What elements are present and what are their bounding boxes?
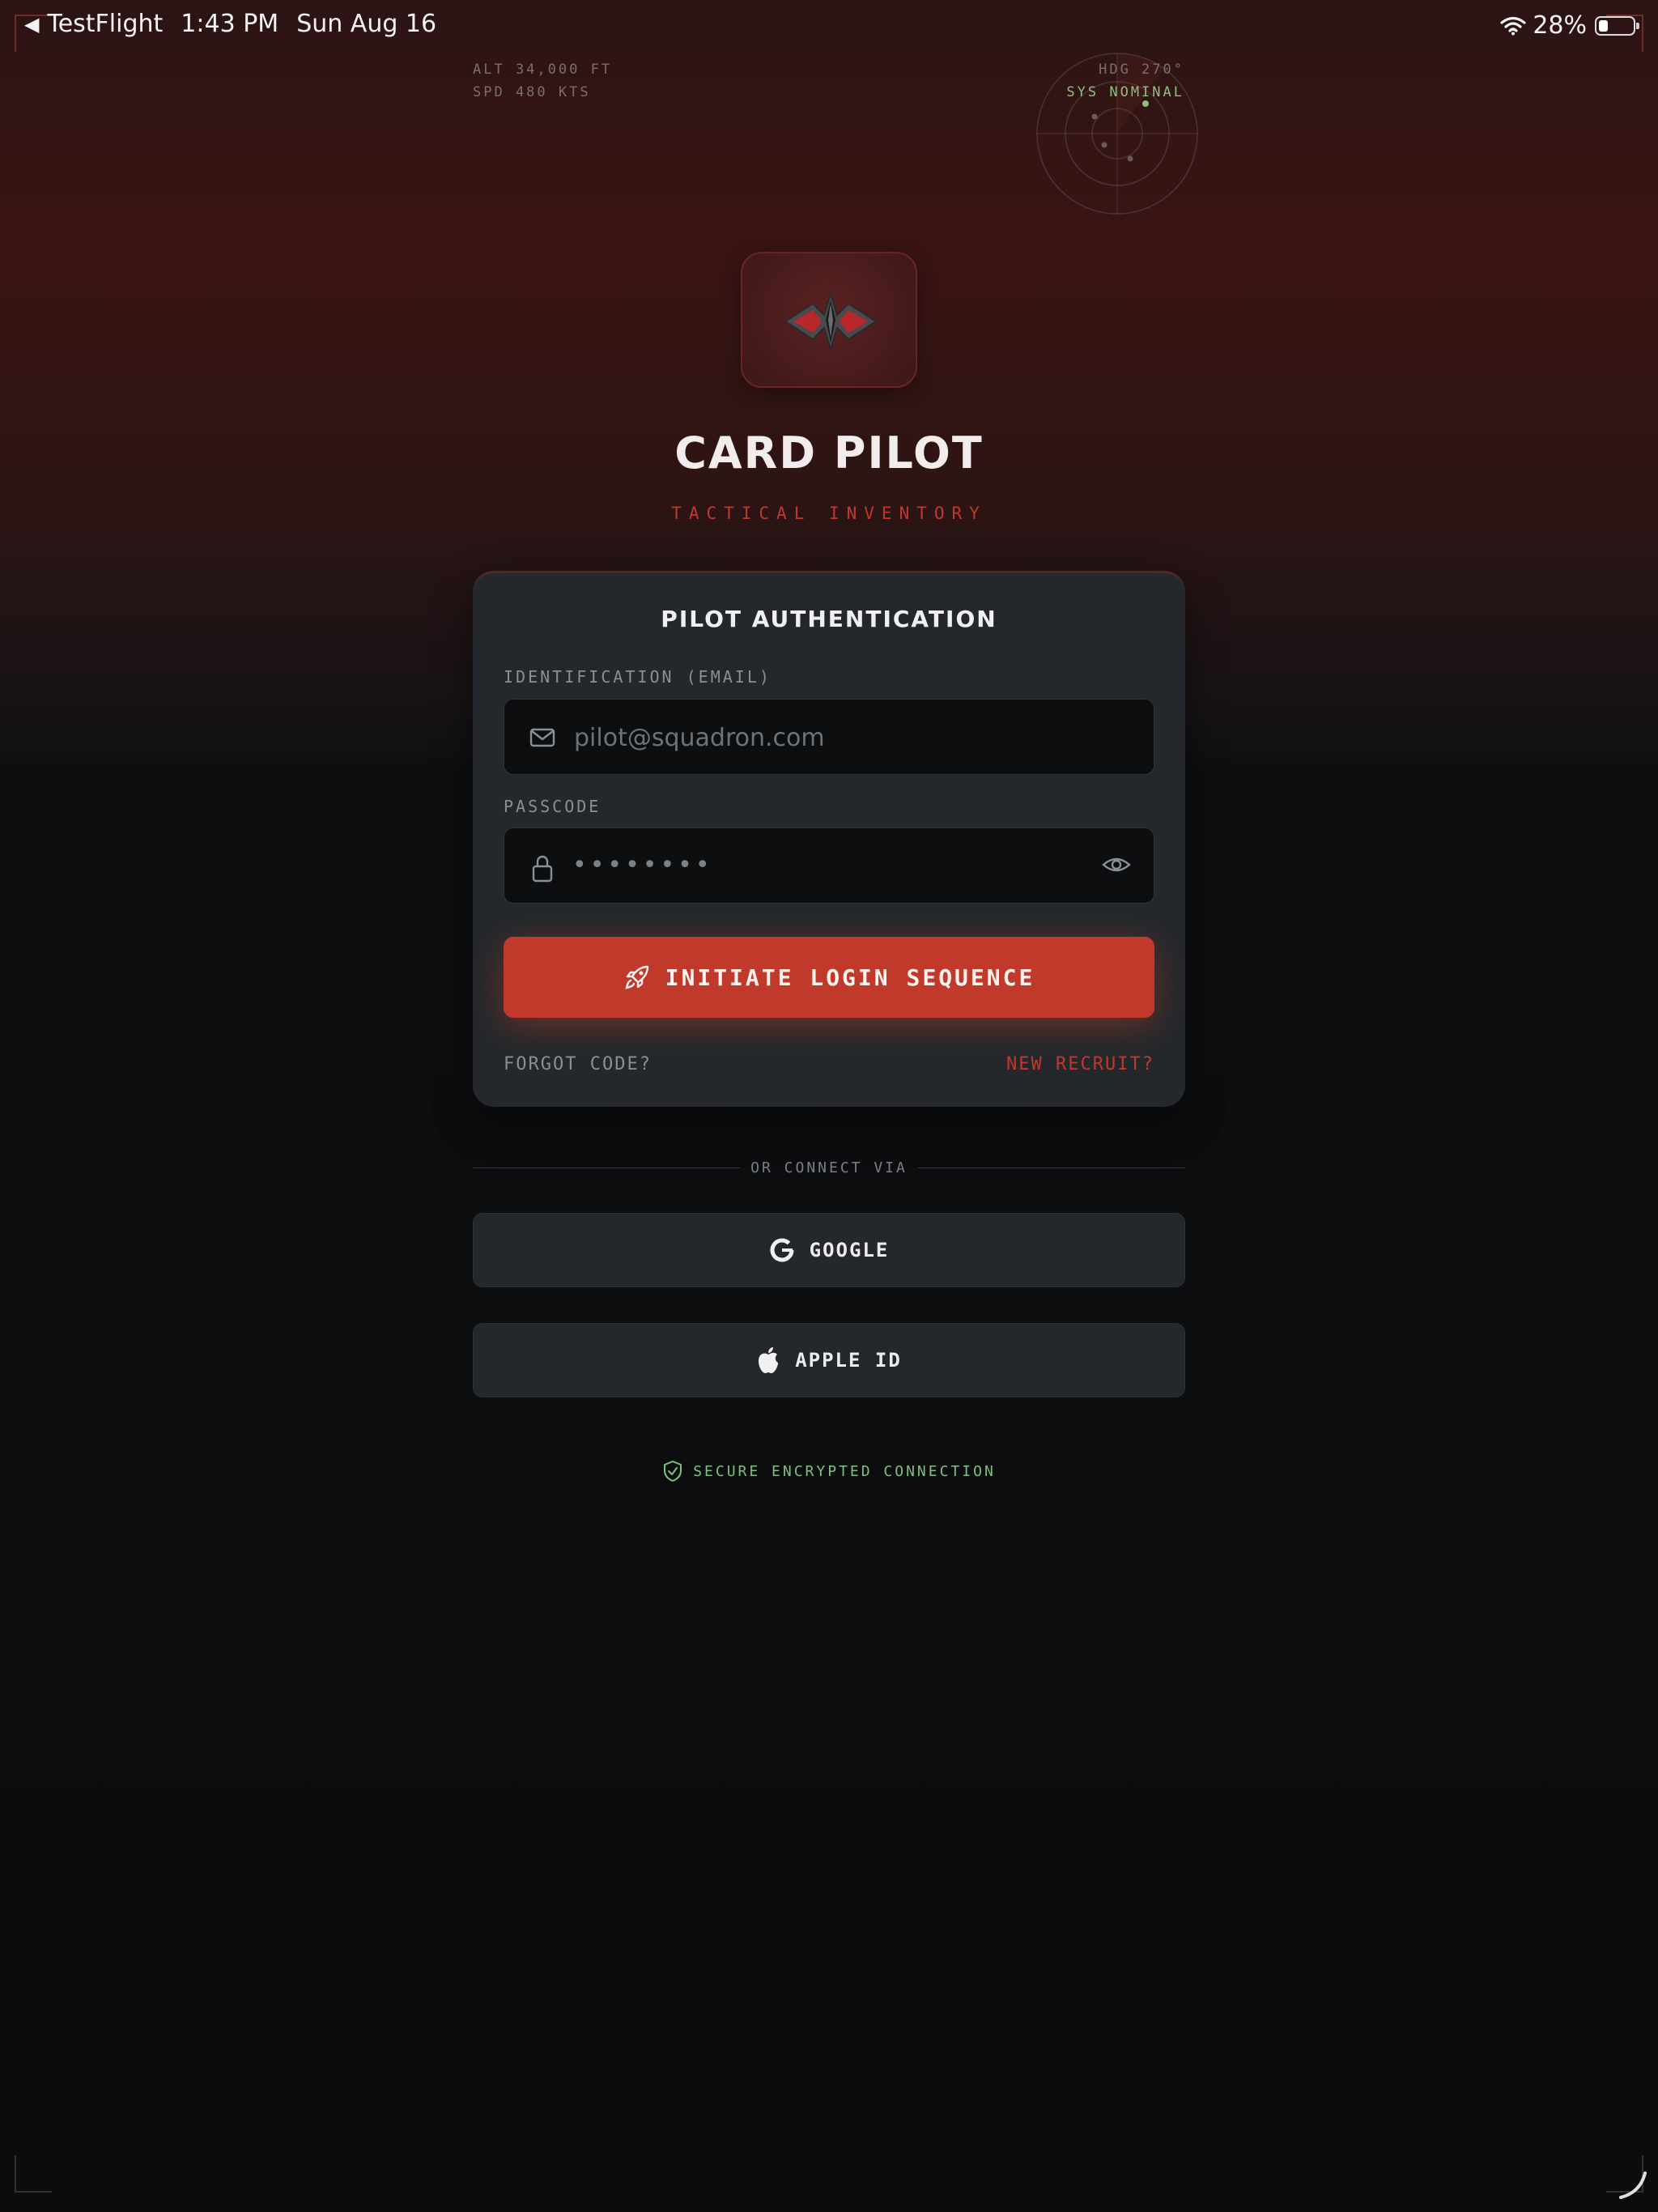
passcode-field[interactable]: •••••••• xyxy=(504,827,1154,904)
status-date: Sun Aug 16 xyxy=(296,10,437,38)
back-to-app[interactable]: ◀ TestFlight 1:43 PM Sun Aug 16 xyxy=(24,10,436,38)
apple-icon xyxy=(759,1347,779,1373)
email-field[interactable] xyxy=(572,700,1094,776)
hud-system-status: SYS NOMINAL xyxy=(1066,84,1184,100)
secure-connection-notice: SECURE ENCRYPTED CONNECTION xyxy=(0,1460,1658,1482)
resize-handle-icon xyxy=(1619,2172,1647,2199)
back-app-label: TestFlight xyxy=(47,10,164,38)
eye-icon[interactable] xyxy=(1102,853,1131,877)
battery-percent: 28% xyxy=(1533,11,1587,40)
hud-speed: SPD 480 KTS xyxy=(473,84,591,100)
app-title: CARD PILOT xyxy=(674,428,984,479)
app-subtitle: TACTICAL INVENTORY xyxy=(671,504,987,523)
secure-connection-label: SECURE ENCRYPTED CONNECTION xyxy=(693,1462,996,1480)
login-button-label: INITIATE LOGIN SEQUENCE xyxy=(665,963,1035,991)
shield-check-icon xyxy=(664,1461,682,1482)
wifi-icon xyxy=(1500,16,1526,35)
battery-icon xyxy=(1595,15,1639,36)
hud-readout-left: ALT 34,000 FT SPD 480 KTS xyxy=(473,58,612,104)
google-signin-button[interactable]: GOOGLE xyxy=(473,1213,1185,1287)
mail-icon xyxy=(529,728,555,747)
back-arrow-icon: ◀ xyxy=(24,12,40,36)
hud-heading: HDG 270° xyxy=(1099,62,1184,78)
apple-signin-button[interactable]: APPLE ID xyxy=(473,1323,1185,1397)
hud-altitude: ALT 34,000 FT xyxy=(473,62,613,78)
app-logo xyxy=(741,252,917,388)
passcode-label: PASSCODE xyxy=(504,797,602,816)
status-time: 1:43 PM xyxy=(181,10,279,38)
status-bar: ◀ TestFlight 1:43 PM Sun Aug 16 28% xyxy=(0,0,1658,52)
email-field-container xyxy=(504,699,1154,776)
email-label: IDENTIFICATION (EMAIL) xyxy=(504,667,772,687)
card-title: PILOT AUTHENTICATION xyxy=(661,606,997,632)
logo-emblem-icon xyxy=(784,291,878,352)
new-recruit-link[interactable]: NEW RECRUIT? xyxy=(1006,1054,1154,1074)
or-divider: OR CONNECT VIA xyxy=(473,1159,1185,1176)
passcode-value: •••••••• xyxy=(572,851,713,879)
forgot-code-link[interactable]: FORGOT CODE? xyxy=(504,1054,652,1074)
login-card: PILOT AUTHENTICATION IDENTIFICATION (EMA… xyxy=(473,571,1185,1107)
apple-button-label: APPLE ID xyxy=(795,1349,902,1372)
google-icon xyxy=(770,1238,794,1262)
lock-icon xyxy=(532,855,553,883)
google-button-label: GOOGLE xyxy=(809,1239,890,1261)
hud-corner-bottom-left xyxy=(15,2155,52,2193)
hud-readout-right: HDG 270° SYS NOMINAL xyxy=(1066,58,1184,104)
login-button[interactable]: INITIATE LOGIN SEQUENCE xyxy=(504,937,1154,1018)
rocket-icon xyxy=(624,965,648,989)
